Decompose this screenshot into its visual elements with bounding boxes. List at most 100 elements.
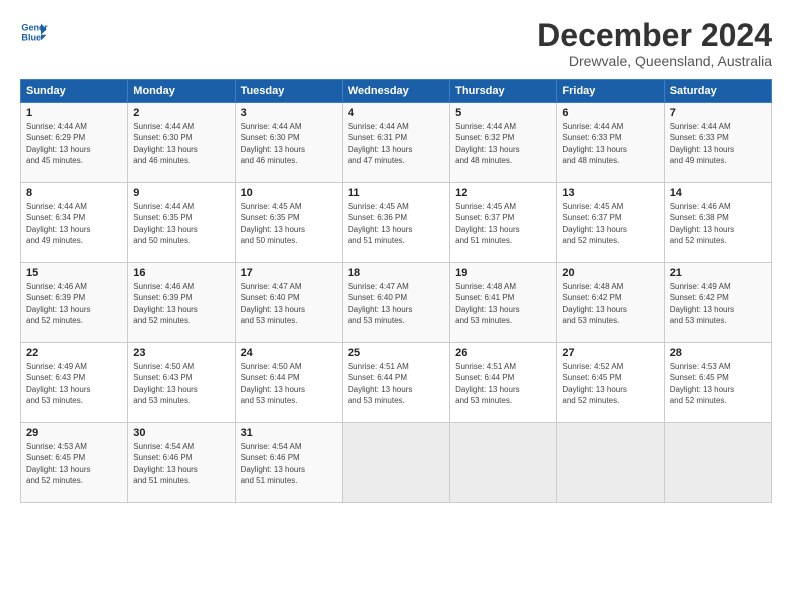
calendar-cell: 20Sunrise: 4:48 AM Sunset: 6:42 PM Dayli… (557, 263, 664, 343)
calendar-cell (557, 423, 664, 503)
day-info: Sunrise: 4:51 AM Sunset: 6:44 PM Dayligh… (455, 361, 551, 406)
day-number: 25 (348, 347, 444, 359)
day-number: 28 (670, 347, 766, 359)
day-info: Sunrise: 4:44 AM Sunset: 6:32 PM Dayligh… (455, 121, 551, 166)
calendar-cell: 10 Sunrise: 4:45 AM Sunset: 6:35 PM Dayli… (235, 183, 342, 263)
header-tuesday: Tuesday (235, 80, 342, 103)
calendar-cell: 7 Sunrise: 4:44 AM Sunset: 6:33 PM Daylig… (664, 103, 771, 183)
day-info: Sunrise: 4:47 AM Sunset: 6:40 PM Dayligh… (348, 281, 444, 326)
calendar-cell: 24 Sunrise: 4:50 AM Sunset: 6:44 PM Dayli… (235, 343, 342, 423)
calendar-cell: 26 Sunrise: 4:51 AM Sunset: 6:44 PM Dayli… (450, 343, 557, 423)
week-row-1: 1Sunrise: 4:44 AM Sunset: 6:29 PM Daylig… (21, 103, 772, 183)
day-info: Sunrise: 4:50 AM Sunset: 6:43 PM Dayligh… (133, 361, 229, 406)
day-number: 18 (348, 267, 444, 279)
calendar-cell: 4Sunrise: 4:44 AM Sunset: 6:31 PM Daylig… (342, 103, 449, 183)
calendar-cell: 15 Sunrise: 4:46 AM Sunset: 6:39 PM Dayli… (21, 263, 128, 343)
calendar-cell: 18 Sunrise: 4:47 AM Sunset: 6:40 PM Dayli… (342, 263, 449, 343)
day-number: 3 (241, 107, 337, 119)
calendar-cell: 5 Sunrise: 4:44 AM Sunset: 6:32 PM Daylig… (450, 103, 557, 183)
day-number: 9 (133, 187, 229, 199)
day-number: 7 (670, 107, 766, 119)
header-thursday: Thursday (450, 80, 557, 103)
calendar-cell: 13 Sunrise: 4:45 AM Sunset: 6:37 PM Dayli… (557, 183, 664, 263)
day-number: 10 (241, 187, 337, 199)
calendar-cell (342, 423, 449, 503)
day-info: Sunrise: 4:54 AM Sunset: 6:46 PM Dayligh… (241, 441, 337, 486)
calendar-cell: 8Sunrise: 4:44 AM Sunset: 6:34 PM Daylig… (21, 183, 128, 263)
day-info: Sunrise: 4:44 AM Sunset: 6:33 PM Dayligh… (670, 121, 766, 166)
page-header: General Blue December 2024 Drewvale, Que… (20, 18, 772, 69)
calendar-cell: 31 Sunrise: 4:54 AM Sunset: 6:46 PM Dayli… (235, 423, 342, 503)
day-number: 29 (26, 427, 122, 439)
calendar-header-row: SundayMondayTuesdayWednesdayThursdayFrid… (21, 80, 772, 103)
header-friday: Friday (557, 80, 664, 103)
calendar-cell: 3 Sunrise: 4:44 AM Sunset: 6:30 PM Daylig… (235, 103, 342, 183)
calendar-cell: 27 Sunrise: 4:52 AM Sunset: 6:45 PM Dayli… (557, 343, 664, 423)
day-number: 5 (455, 107, 551, 119)
day-number: 12 (455, 187, 551, 199)
calendar-cell: 12 Sunrise: 4:45 AM Sunset: 6:37 PM Dayli… (450, 183, 557, 263)
calendar-cell: 23 Sunrise: 4:50 AM Sunset: 6:43 PM Dayli… (128, 343, 235, 423)
day-number: 2 (133, 107, 229, 119)
day-number: 17 (241, 267, 337, 279)
week-row-4: 22 Sunrise: 4:49 AM Sunset: 6:43 PM Dayli… (21, 343, 772, 423)
day-number: 13 (562, 187, 658, 199)
day-info: Sunrise: 4:45 AM Sunset: 6:35 PM Dayligh… (241, 201, 337, 246)
day-number: 14 (670, 187, 766, 199)
day-info: Sunrise: 4:50 AM Sunset: 6:44 PM Dayligh… (241, 361, 337, 406)
day-number: 23 (133, 347, 229, 359)
day-info: Sunrise: 4:44 AM Sunset: 6:33 PM Dayligh… (562, 121, 658, 166)
day-info: Sunrise: 4:45 AM Sunset: 6:37 PM Dayligh… (455, 201, 551, 246)
day-number: 24 (241, 347, 337, 359)
calendar-cell: 6 Sunrise: 4:44 AM Sunset: 6:33 PM Daylig… (557, 103, 664, 183)
day-number: 22 (26, 347, 122, 359)
day-info: Sunrise: 4:48 AM Sunset: 6:42 PM Dayligh… (562, 281, 658, 326)
day-number: 21 (670, 267, 766, 279)
calendar-cell: 25 Sunrise: 4:51 AM Sunset: 6:44 PM Dayli… (342, 343, 449, 423)
logo: General Blue (20, 18, 48, 46)
day-info: Sunrise: 4:44 AM Sunset: 6:30 PM Dayligh… (241, 121, 337, 166)
day-info: Sunrise: 4:51 AM Sunset: 6:44 PM Dayligh… (348, 361, 444, 406)
day-number: 30 (133, 427, 229, 439)
calendar-title: December 2024 (537, 18, 772, 53)
header-monday: Monday (128, 80, 235, 103)
day-number: 26 (455, 347, 551, 359)
calendar-cell: 17 Sunrise: 4:47 AM Sunset: 6:40 PM Dayli… (235, 263, 342, 343)
header-sunday: Sunday (21, 80, 128, 103)
title-block: December 2024 Drewvale, Queensland, Aust… (537, 18, 772, 69)
day-info: Sunrise: 4:47 AM Sunset: 6:40 PM Dayligh… (241, 281, 337, 326)
day-number: 27 (562, 347, 658, 359)
week-row-3: 15 Sunrise: 4:46 AM Sunset: 6:39 PM Dayli… (21, 263, 772, 343)
calendar-cell: 19Sunrise: 4:48 AM Sunset: 6:41 PM Dayli… (450, 263, 557, 343)
calendar-cell: 21 Sunrise: 4:49 AM Sunset: 6:42 PM Dayli… (664, 263, 771, 343)
calendar-cell (450, 423, 557, 503)
calendar-cell: 28Sunrise: 4:53 AM Sunset: 6:45 PM Dayli… (664, 343, 771, 423)
calendar-cell: 14 Sunrise: 4:46 AM Sunset: 6:38 PM Dayli… (664, 183, 771, 263)
week-row-5: 29 Sunrise: 4:53 AM Sunset: 6:45 PM Dayli… (21, 423, 772, 503)
day-info: Sunrise: 4:49 AM Sunset: 6:42 PM Dayligh… (670, 281, 766, 326)
logo-icon: General Blue (20, 18, 48, 46)
day-info: Sunrise: 4:52 AM Sunset: 6:45 PM Dayligh… (562, 361, 658, 406)
calendar-cell: 29 Sunrise: 4:53 AM Sunset: 6:45 PM Dayli… (21, 423, 128, 503)
calendar-cell: 2 Sunrise: 4:44 AM Sunset: 6:30 PM Daylig… (128, 103, 235, 183)
day-info: Sunrise: 4:45 AM Sunset: 6:37 PM Dayligh… (562, 201, 658, 246)
day-number: 11 (348, 187, 444, 199)
day-info: Sunrise: 4:54 AM Sunset: 6:46 PM Dayligh… (133, 441, 229, 486)
day-number: 31 (241, 427, 337, 439)
day-info: Sunrise: 4:53 AM Sunset: 6:45 PM Dayligh… (26, 441, 122, 486)
day-info: Sunrise: 4:46 AM Sunset: 6:39 PM Dayligh… (26, 281, 122, 326)
day-number: 19 (455, 267, 551, 279)
day-number: 4 (348, 107, 444, 119)
week-row-2: 8Sunrise: 4:44 AM Sunset: 6:34 PM Daylig… (21, 183, 772, 263)
day-info: Sunrise: 4:45 AM Sunset: 6:36 PM Dayligh… (348, 201, 444, 246)
day-number: 15 (26, 267, 122, 279)
calendar-cell: 9 Sunrise: 4:44 AM Sunset: 6:35 PM Daylig… (128, 183, 235, 263)
day-number: 8 (26, 187, 122, 199)
calendar-table: SundayMondayTuesdayWednesdayThursdayFrid… (20, 79, 772, 503)
day-info: Sunrise: 4:44 AM Sunset: 6:30 PM Dayligh… (133, 121, 229, 166)
day-info: Sunrise: 4:46 AM Sunset: 6:38 PM Dayligh… (670, 201, 766, 246)
day-info: Sunrise: 4:44 AM Sunset: 6:35 PM Dayligh… (133, 201, 229, 246)
day-info: Sunrise: 4:49 AM Sunset: 6:43 PM Dayligh… (26, 361, 122, 406)
calendar-cell: 30 Sunrise: 4:54 AM Sunset: 6:46 PM Dayli… (128, 423, 235, 503)
day-number: 6 (562, 107, 658, 119)
